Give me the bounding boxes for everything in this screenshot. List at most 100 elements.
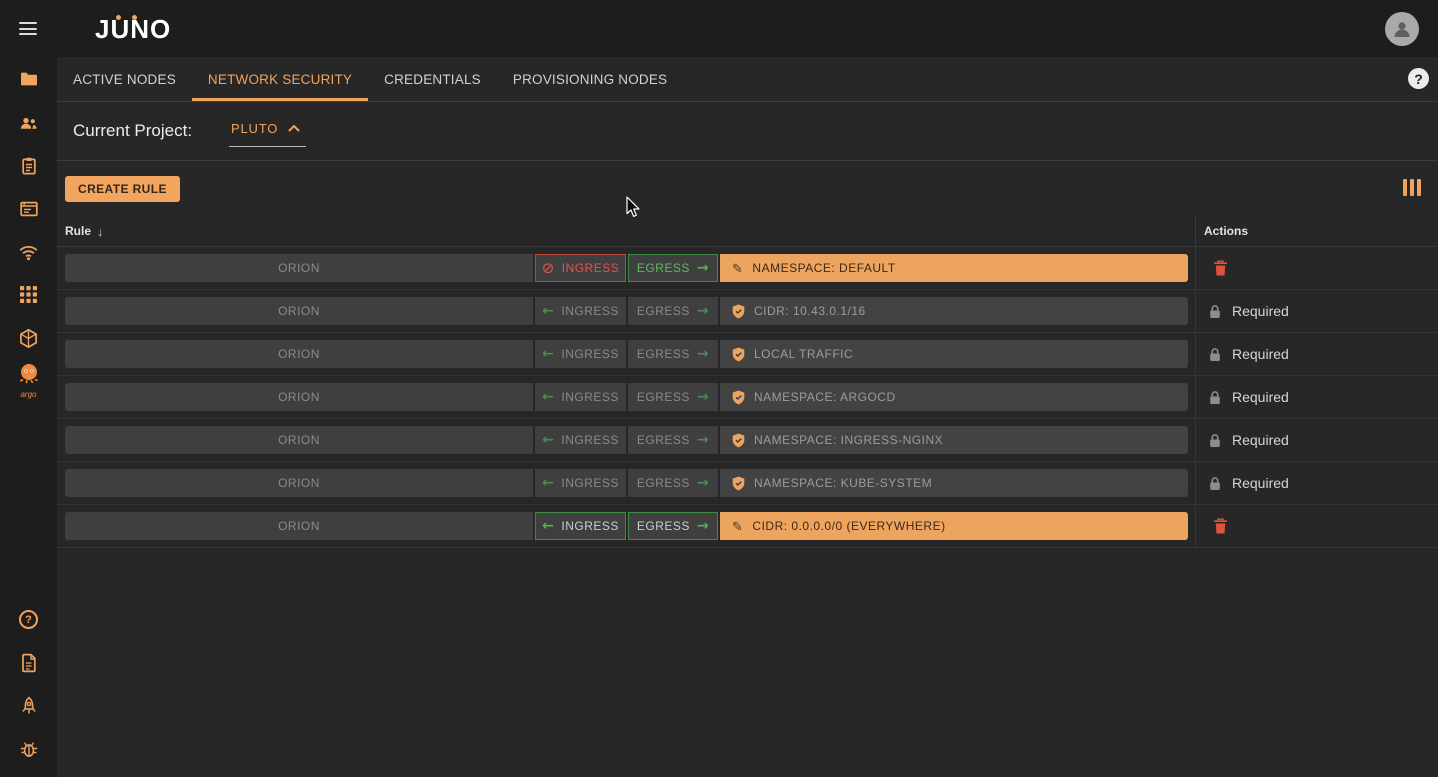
actions-cell: Required	[1195, 290, 1438, 332]
tab-active-nodes[interactable]: ACTIVE NODES	[57, 57, 192, 101]
tab-credentials[interactable]: CREDENTIALS	[368, 57, 497, 101]
tab-network-security[interactable]: NETWORK SECURITY	[192, 57, 368, 101]
rule-name-cell[interactable]: ORION	[65, 512, 533, 540]
app-logo: JUNO	[95, 16, 171, 42]
rule-name-cell: ORION	[65, 297, 533, 325]
actions-cell	[1195, 505, 1438, 547]
lock-icon	[1208, 304, 1222, 319]
actions-cell: Required	[1195, 333, 1438, 375]
project-select[interactable]: PLUTO	[229, 115, 306, 147]
arrow-right-icon: →	[697, 519, 709, 533]
target-chip[interactable]: ✎ CIDR: 0.0.0.0/0 (EVERYWHERE)	[720, 512, 1188, 540]
top-app-bar: JUNO	[0, 0, 1438, 57]
target-chip: NAMESPACE: ARGOCD	[720, 383, 1188, 411]
arrow-left-icon: ←	[542, 433, 554, 447]
egress-badge[interactable]: EGRESS →	[628, 254, 718, 282]
required-label: Required	[1232, 389, 1289, 405]
sort-descending-icon[interactable]: ↓	[97, 224, 104, 239]
rule-name-cell: ORION	[65, 426, 533, 454]
target-chip: NAMESPACE: INGRESS-NGINX	[720, 426, 1188, 454]
apps-grid-icon[interactable]	[0, 285, 57, 304]
arrow-left-icon: ←	[542, 519, 554, 533]
target-chip: CIDR: 10.43.0.1/16	[720, 297, 1188, 325]
arrow-right-icon: →	[697, 304, 709, 318]
arrow-right-icon: →	[697, 347, 709, 361]
clipboard-icon[interactable]	[0, 156, 57, 176]
rule-column-header: Rule	[65, 224, 91, 238]
egress-badge: EGRESS →	[628, 340, 718, 368]
user-avatar[interactable]	[1385, 12, 1419, 46]
rocket-icon[interactable]	[0, 696, 57, 716]
shield-icon	[732, 347, 745, 362]
menu-icon[interactable]	[19, 19, 37, 39]
ingress-badge[interactable]: ⊘ INGRESS	[535, 254, 626, 282]
arrow-right-icon: →	[697, 433, 709, 447]
argo-label: argo	[16, 390, 42, 399]
edit-icon: ✎	[732, 520, 743, 533]
rule-name-cell: ORION	[65, 383, 533, 411]
required-label: Required	[1232, 475, 1289, 491]
required-label: Required	[1232, 432, 1289, 448]
create-rule-button[interactable]: CREATE RULE	[65, 176, 180, 202]
users-icon[interactable]	[0, 113, 57, 133]
lock-icon	[1208, 433, 1222, 448]
rule-pill: ORION ⊘ INGRESS EGRESS → ✎ NAMESPACE: DE…	[65, 254, 1188, 282]
arrow-right-icon: →	[697, 261, 709, 275]
arrow-left-icon: ←	[542, 390, 554, 404]
arrow-left-icon: ←	[542, 304, 554, 318]
chevron-up-icon	[288, 125, 300, 132]
actions-cell: Required	[1195, 376, 1438, 418]
ingress-badge: ← INGRESS	[535, 383, 626, 411]
egress-badge: EGRESS →	[628, 469, 718, 497]
docs-icon[interactable]	[0, 653, 57, 673]
rule-name-cell: ORION	[65, 340, 533, 368]
tab-bar: ACTIVE NODES NETWORK SECURITY CREDENTIAL…	[57, 57, 1438, 102]
folder-icon[interactable]	[0, 69, 57, 89]
cluster-icon[interactable]	[0, 328, 57, 349]
egress-badge: EGRESS →	[628, 426, 718, 454]
argo-logo[interactable]: argo	[0, 362, 57, 399]
blocked-icon: ⊘	[542, 261, 555, 276]
target-chip: NAMESPACE: KUBE-SYSTEM	[720, 469, 1188, 497]
rule-row: ORION ← INGRESS EGRESS → ✎ CIDR: 0.0.0.0…	[57, 505, 1438, 548]
delete-button[interactable]	[1213, 260, 1228, 277]
rule-row: ORION ← INGRESS EGRESS → NAMESPACE: KUBE…	[57, 462, 1438, 505]
delete-button[interactable]	[1213, 518, 1228, 535]
actions-cell: Required	[1195, 462, 1438, 504]
egress-badge[interactable]: EGRESS →	[628, 512, 718, 540]
target-chip[interactable]: ✎ NAMESPACE: DEFAULT	[720, 254, 1188, 282]
required-label: Required	[1232, 346, 1289, 362]
project-row: Current Project: PLUTO	[57, 102, 1438, 161]
lock-icon	[1208, 476, 1222, 491]
ingress-badge: ← INGRESS	[535, 426, 626, 454]
ingress-badge[interactable]: ← INGRESS	[535, 512, 626, 540]
arrow-left-icon: ←	[542, 347, 554, 361]
shield-icon	[732, 304, 745, 319]
arrow-right-icon: →	[697, 476, 709, 490]
egress-badge: EGRESS →	[628, 297, 718, 325]
lock-icon	[1208, 390, 1222, 405]
ingress-badge: ← INGRESS	[535, 340, 626, 368]
rule-name-cell[interactable]: ORION	[65, 254, 533, 282]
wifi-icon[interactable]	[0, 242, 57, 262]
bug-icon[interactable]	[0, 739, 57, 759]
actions-cell: Required	[1195, 419, 1438, 461]
column-selector-icon[interactable]	[1403, 179, 1422, 196]
main-content: ACTIVE NODES NETWORK SECURITY CREDENTIAL…	[57, 57, 1438, 777]
rule-cell: ORION ⊘ INGRESS EGRESS → ✎ NAMESPACE: DE…	[57, 254, 1195, 282]
tab-provisioning-nodes[interactable]: PROVISIONING NODES	[497, 57, 683, 101]
help-button[interactable]: ?	[1408, 68, 1429, 89]
current-project-label: Current Project:	[73, 121, 192, 141]
rule-row: ORION ← INGRESS EGRESS → NAMESPACE: ARGO…	[57, 376, 1438, 419]
lock-icon	[1208, 347, 1222, 362]
logo-accent-dot	[116, 15, 121, 20]
help-icon[interactable]: ?	[0, 610, 57, 629]
shield-icon	[732, 476, 745, 491]
egress-badge: EGRESS →	[628, 383, 718, 411]
rule-name-cell: ORION	[65, 469, 533, 497]
rule-row: ORION ← INGRESS EGRESS → NAMESPACE: INGR…	[57, 419, 1438, 462]
catalog-icon[interactable]	[0, 199, 57, 219]
required-label: Required	[1232, 303, 1289, 319]
rule-row: ORION ← INGRESS EGRESS → CIDR: 10.43.0.1…	[57, 290, 1438, 333]
actions-column-header: Actions	[1204, 224, 1248, 238]
